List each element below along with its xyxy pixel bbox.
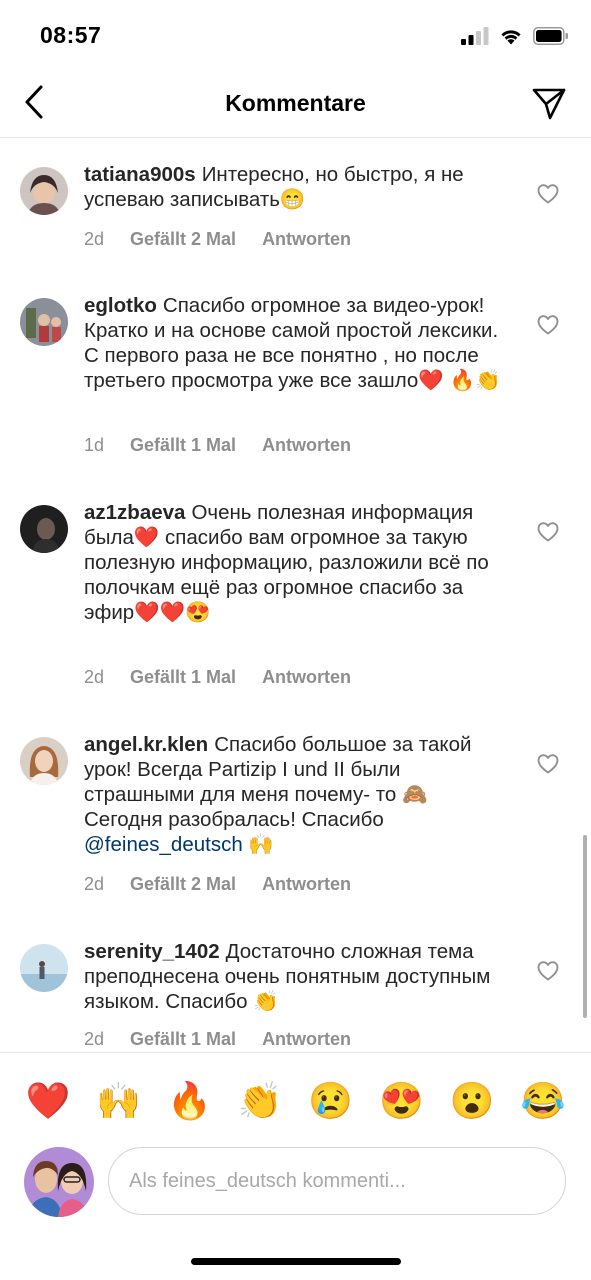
comment-username[interactable]: serenity_1402 xyxy=(84,940,220,963)
reply-button[interactable]: Antworten xyxy=(262,1029,351,1050)
comment-age: 2d xyxy=(84,667,105,687)
scrollbar[interactable] xyxy=(583,835,587,1018)
current-user-avatar xyxy=(24,1147,94,1217)
emoji-heart-button[interactable]: ❤️ xyxy=(24,1077,72,1125)
paper-plane-icon xyxy=(532,88,566,120)
emoji-laughing-button[interactable]: 😂 xyxy=(519,1077,567,1125)
status-icons xyxy=(461,26,569,46)
comment-age: 2d xyxy=(84,874,105,894)
comment-body: angel.kr.klen Спасибо большое за такой ур… xyxy=(84,732,504,857)
reply-button[interactable]: Antworten xyxy=(262,435,351,456)
comment-likes[interactable]: Gefällt 1 Mal xyxy=(130,1029,236,1050)
avatar[interactable] xyxy=(20,298,68,346)
like-heart-icon[interactable] xyxy=(537,521,559,543)
emoji-crying-button[interactable]: 😢 xyxy=(307,1077,355,1125)
emoji-raising-hands-button[interactable]: 🙌 xyxy=(95,1077,143,1125)
comment-body: az1zbaeva Очень полезная информация была❤… xyxy=(84,500,504,625)
navigation-bar: Kommentare xyxy=(0,70,591,138)
status-bar: 08:57 xyxy=(0,0,591,70)
comment-composer: ❤️ 🙌 🔥 👏 😢 😍 😮 😂 xyxy=(0,1052,591,1280)
like-heart-icon[interactable] xyxy=(537,183,559,205)
comment-body: serenity_1402 Достаточно сложная тема пре… xyxy=(84,939,504,1014)
comment-age: 1d xyxy=(84,435,105,455)
avatar[interactable] xyxy=(20,944,68,992)
comment-age: 2d xyxy=(84,1029,105,1049)
reply-button[interactable]: Antworten xyxy=(262,874,351,895)
emoji-fire-button[interactable]: 🔥 xyxy=(165,1077,213,1125)
comments-list[interactable]: tatiana900s Интересно, но быстро, я не ус… xyxy=(0,139,591,1052)
emoji-quick-reactions: ❤️ 🙌 🔥 👏 😢 😍 😮 😂 xyxy=(0,1077,591,1127)
comment-username[interactable]: eglotko xyxy=(84,294,157,317)
comment-likes[interactable]: Gefällt 2 Mal xyxy=(130,874,236,895)
emoji-clapping-button[interactable]: 👏 xyxy=(236,1077,284,1125)
mention-link[interactable]: @feines_deutsch xyxy=(84,833,243,856)
comment-body: eglotko Спасибо огромное за видео-урок! К… xyxy=(84,293,504,393)
avatar[interactable] xyxy=(20,737,68,785)
comment-username[interactable]: az1zbaeva xyxy=(84,501,185,524)
like-heart-icon[interactable] xyxy=(537,753,559,775)
comment-input[interactable] xyxy=(108,1147,566,1215)
emoji-surprised-button[interactable]: 😮 xyxy=(448,1077,496,1125)
comment-meta: 1d Gefällt 1 Mal Antworten xyxy=(84,435,351,456)
comment-username[interactable]: tatiana900s xyxy=(84,163,196,186)
reply-button[interactable]: Antworten xyxy=(262,667,351,688)
page-title: Kommentare xyxy=(225,90,366,116)
comment-likes[interactable]: Gefällt 1 Mal xyxy=(130,435,236,456)
reply-button[interactable]: Antworten xyxy=(262,229,351,250)
comment-meta: 2d Gefällt 1 Mal Antworten xyxy=(84,667,351,688)
battery-icon xyxy=(533,27,568,45)
comment-meta: 2d Gefällt 1 Mal Antworten xyxy=(84,1029,351,1050)
home-indicator xyxy=(191,1258,401,1265)
wifi-icon xyxy=(501,30,521,45)
signal-icon xyxy=(461,27,489,45)
like-heart-icon[interactable] xyxy=(537,960,559,982)
avatar[interactable] xyxy=(20,167,68,215)
comment-age: 2d xyxy=(84,229,105,249)
comment-likes[interactable]: Gefällt 2 Mal xyxy=(130,229,236,250)
comment-likes[interactable]: Gefällt 1 Mal xyxy=(130,667,236,688)
emoji-heart-eyes-button[interactable]: 😍 xyxy=(378,1077,426,1125)
comment-meta: 2d Gefällt 2 Mal Antworten xyxy=(84,874,351,895)
comment-body: tatiana900s Интересно, но быстро, я не ус… xyxy=(84,162,504,212)
comment-text-end: 🙌 xyxy=(242,833,274,856)
status-time: 08:57 xyxy=(40,22,102,48)
avatar[interactable] xyxy=(20,505,68,553)
comment-meta: 2d Gefällt 2 Mal Antworten xyxy=(84,229,351,250)
like-heart-icon[interactable] xyxy=(537,314,559,336)
comment-username[interactable]: angel.kr.klen xyxy=(84,733,208,756)
share-button[interactable] xyxy=(529,84,569,124)
